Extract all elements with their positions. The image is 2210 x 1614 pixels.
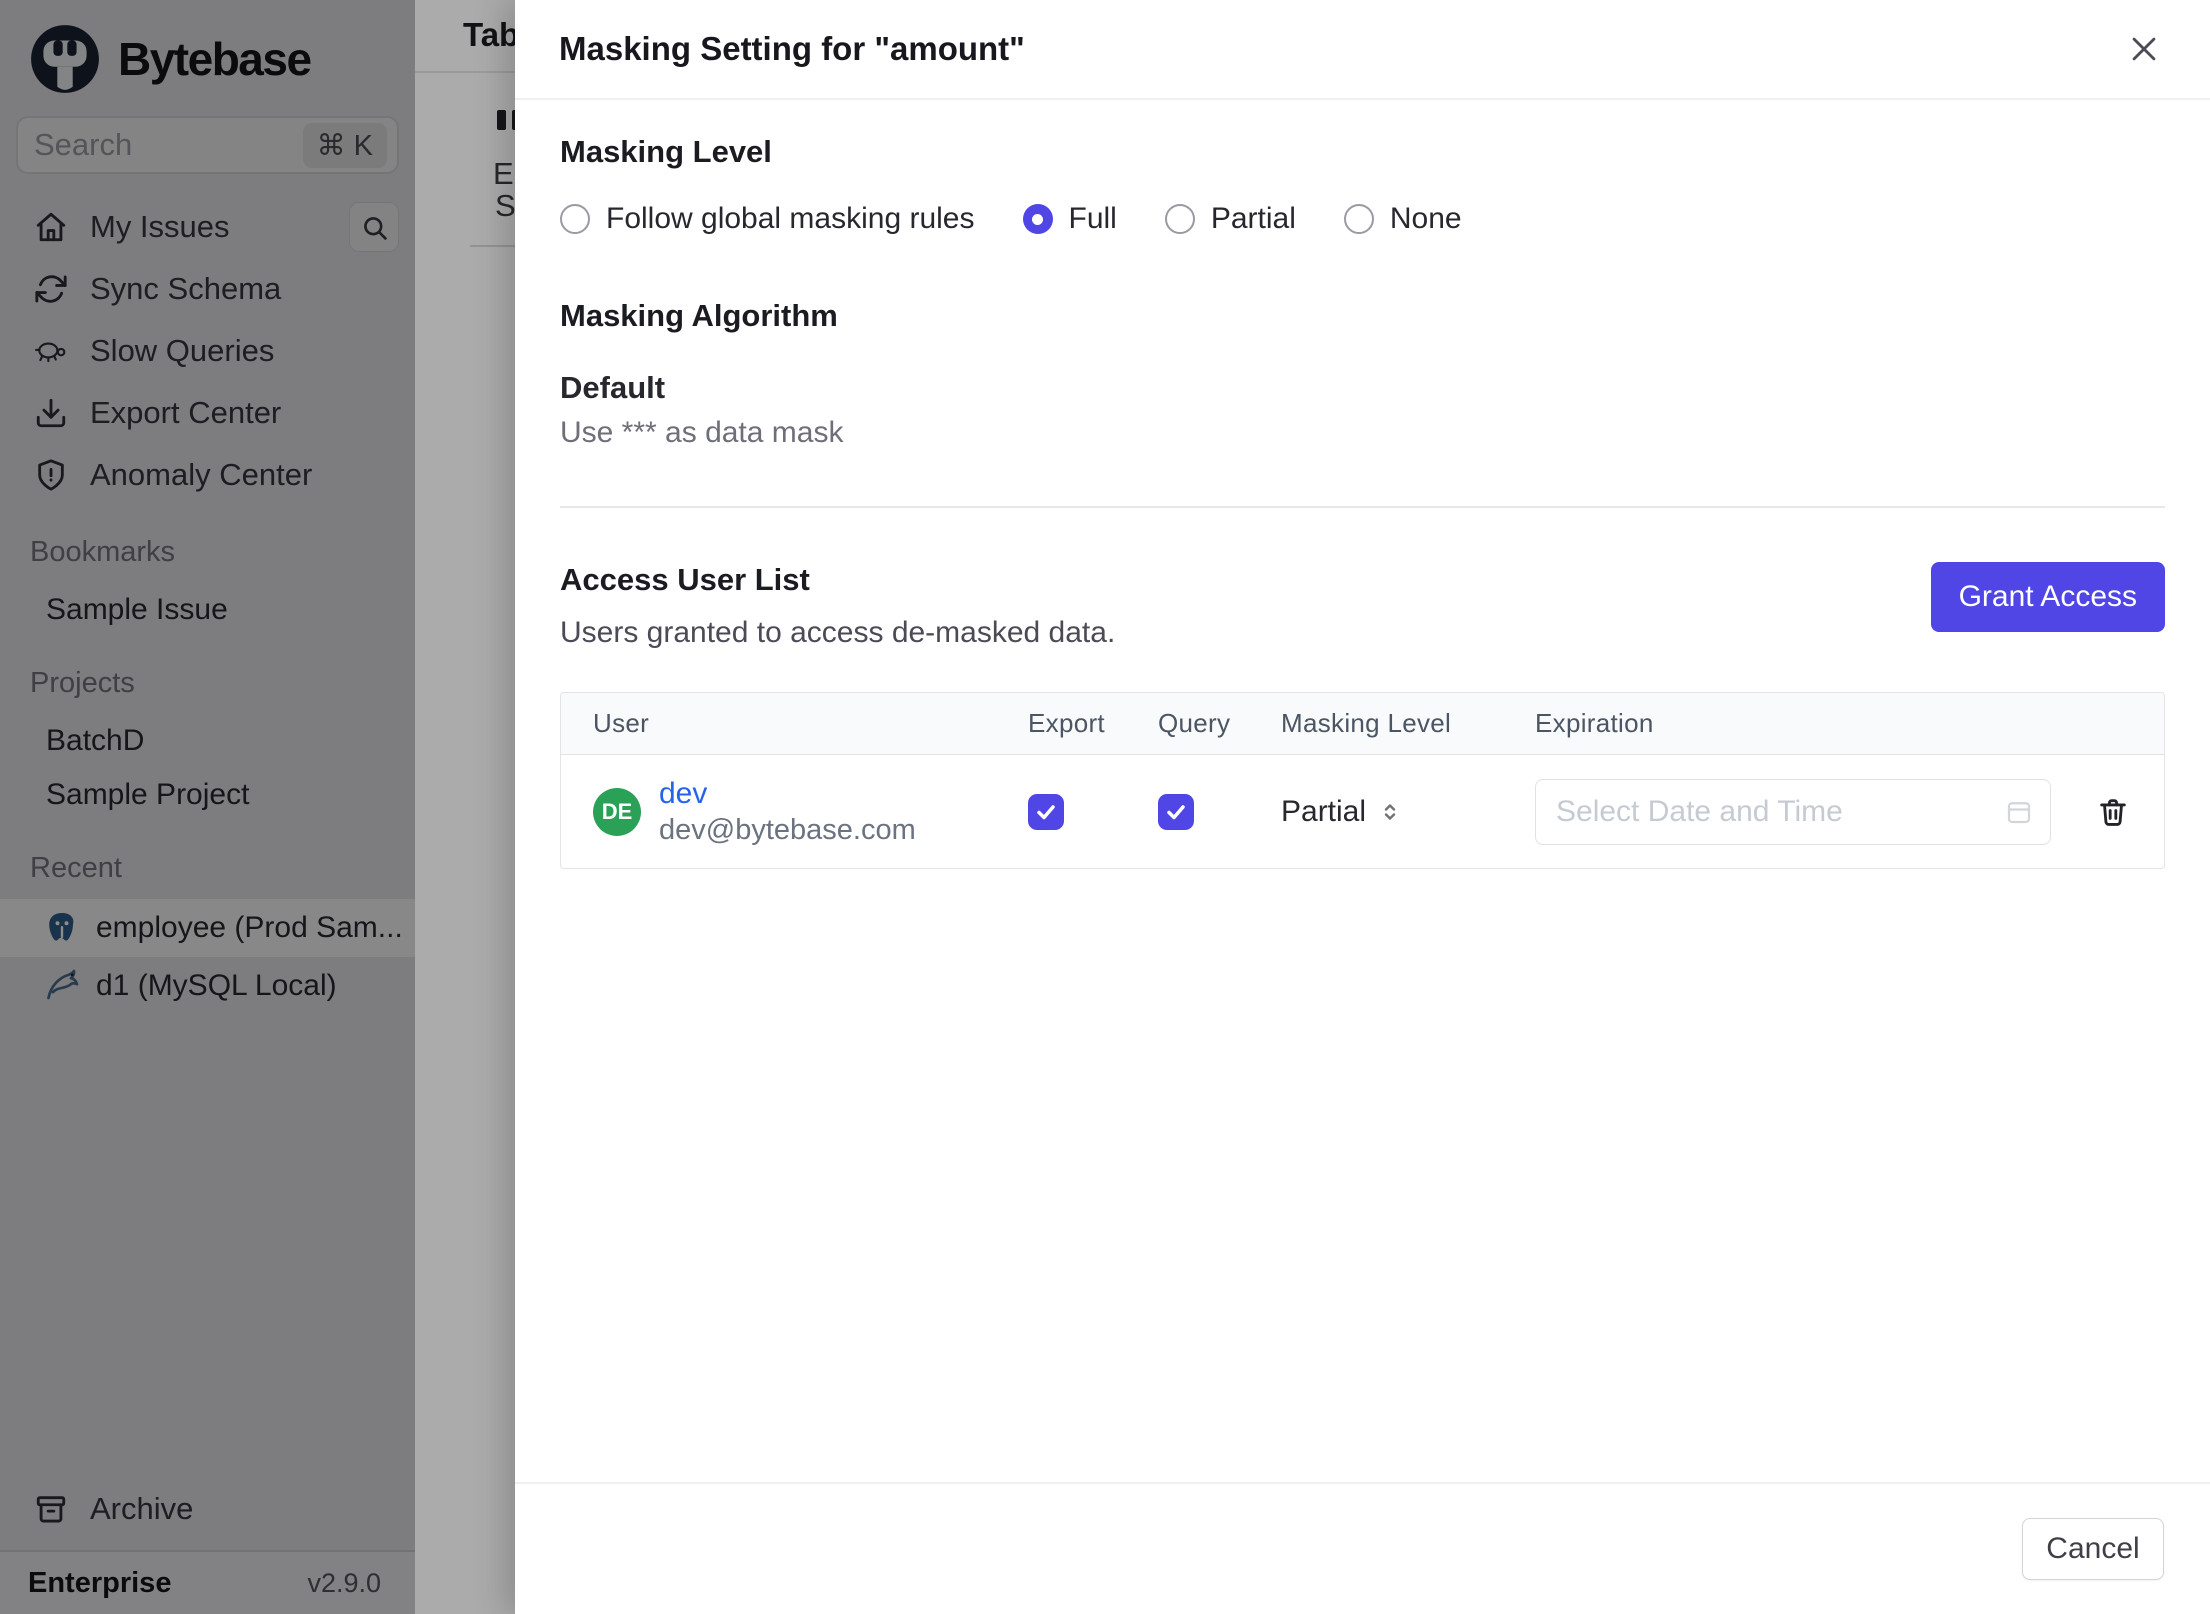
chevron-up-down-icon: [1384, 803, 1396, 820]
actions-cell: [2075, 790, 2164, 834]
check-icon: [1167, 804, 1185, 819]
close-icon: [2132, 37, 2156, 61]
trash-icon: [2100, 798, 2126, 826]
radio-follow-global-rules[interactable]: Follow global masking rules: [560, 202, 975, 236]
column-header-masking-level: Masking Level: [1281, 708, 1452, 738]
grant-access-button[interactable]: Grant Access: [1930, 562, 2165, 632]
drawer-header: Masking Setting for "amount": [515, 0, 2210, 100]
masking-algorithm-heading: Masking Algorithm: [560, 298, 838, 333]
masking-setting-drawer: Masking Setting for "amount" Masking Lev…: [515, 0, 2210, 1614]
radio-icon-checked: [1022, 204, 1053, 234]
export-cell: [1028, 793, 1158, 830]
algorithm-name: Default: [560, 370, 666, 405]
column-header-query: Query: [1158, 708, 1231, 738]
masking-level-cell: Partial: [1281, 795, 1535, 829]
radio-icon: [1164, 204, 1195, 234]
user-email: dev@bytebase.com: [659, 813, 916, 846]
user-cell: DE dev dev@bytebase.com: [561, 776, 1028, 848]
check-icon: [1037, 804, 1055, 819]
radio-partial[interactable]: Partial: [1164, 202, 1296, 236]
table-header-row: User Export Query Masking Level Expirati…: [561, 693, 2164, 755]
column-header-expiration: Expiration: [1535, 708, 1654, 738]
radio-label: Follow global masking rules: [606, 202, 975, 235]
delete-access-button[interactable]: [2091, 790, 2135, 834]
sidebar-dim-overlay: [0, 0, 415, 1614]
radio-full[interactable]: Full: [1022, 202, 1117, 236]
drawer-footer: Cancel: [515, 1482, 2210, 1614]
column-header-export: Export: [1028, 708, 1105, 738]
avatar: DE: [593, 787, 641, 836]
expiration-date-input[interactable]: Select Date and Time: [1535, 778, 2051, 845]
calendar-icon: [2007, 801, 2031, 823]
table-row: DE dev dev@bytebase.com Partial Select D…: [561, 755, 2164, 868]
masking-level-heading: Masking Level: [560, 134, 772, 169]
radio-label: Partial: [1210, 202, 1296, 235]
user-link[interactable]: dev: [659, 776, 916, 812]
masking-level-select[interactable]: Partial: [1281, 795, 1535, 829]
algorithm-description: Use *** as data mask: [560, 416, 844, 449]
section-divider: [560, 506, 2165, 508]
drawer-body: Masking Level Follow global masking rule…: [515, 100, 2210, 869]
access-user-list-subtitle: Users granted to access de-masked data.: [560, 616, 1116, 649]
close-button[interactable]: [2122, 27, 2166, 71]
drawer-title: Masking Setting for "amount": [559, 30, 1025, 67]
access-user-list-heading: Access User List: [560, 562, 810, 597]
bytebase-app: Bytebase Search ⌘ K My Issues Sync Schem…: [0, 0, 2210, 1614]
query-checkbox[interactable]: [1158, 793, 1194, 830]
column-header-user: User: [593, 708, 650, 738]
radio-icon: [560, 204, 590, 234]
export-checkbox[interactable]: [1028, 793, 1064, 830]
radio-label: None: [1389, 202, 1462, 235]
masking-level-value: Partial: [1281, 794, 1367, 828]
access-user-table: User Export Query Masking Level Expirati…: [560, 692, 2165, 869]
access-user-list-header: Access User List Users granted to access…: [560, 562, 2165, 650]
radio-icon: [1343, 204, 1374, 234]
cancel-button[interactable]: Cancel: [2022, 1518, 2164, 1580]
date-placeholder: Select Date and Time: [1556, 794, 1843, 828]
radio-none[interactable]: None: [1343, 202, 1462, 236]
expiration-cell: Select Date and Time: [1535, 778, 2075, 845]
masking-level-radio-group: Follow global masking rules Full Partial…: [560, 202, 2165, 236]
query-cell: [1158, 793, 1281, 830]
radio-label: Full: [1068, 202, 1117, 235]
